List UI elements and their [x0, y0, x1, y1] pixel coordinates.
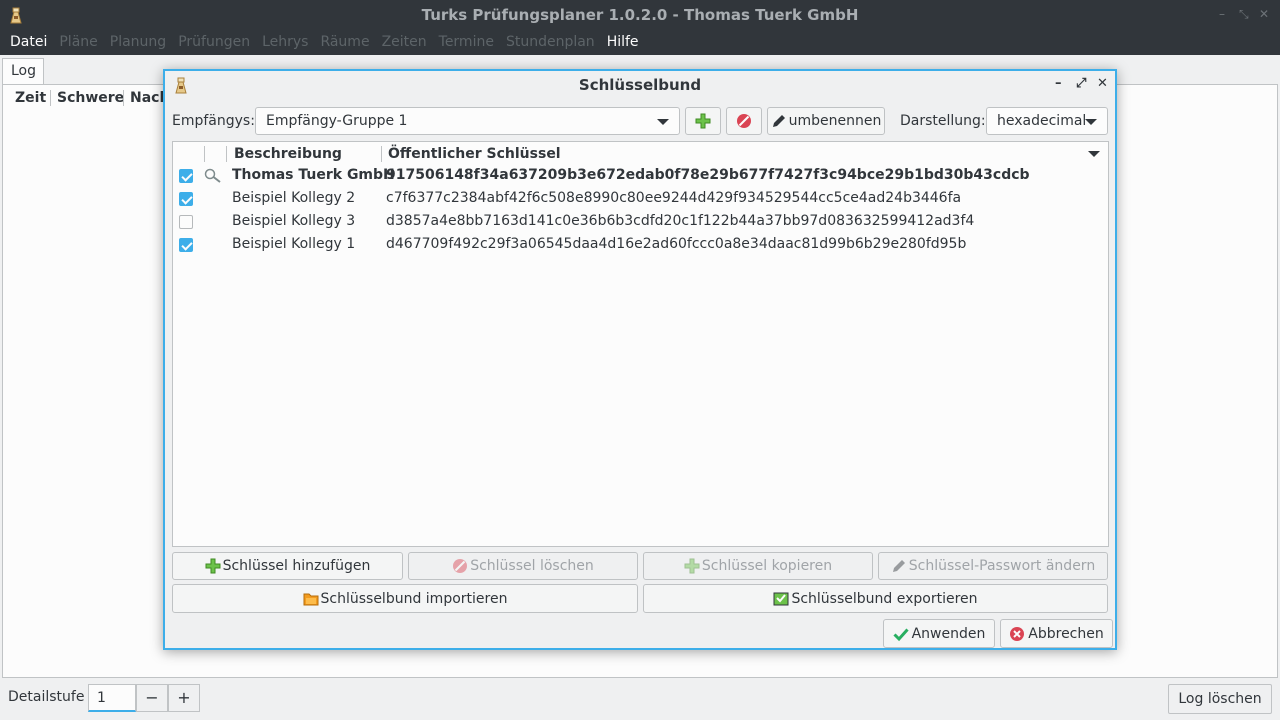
- row-public-key: d3857a4e8bb7163d141c0e36b6b3cdfd20c1f122…: [386, 213, 975, 229]
- export-icon: [773, 592, 789, 605]
- delete-key-label: Schlüssel löschen: [470, 558, 594, 574]
- plus-icon: [695, 113, 711, 129]
- checkmark-icon: [893, 627, 909, 641]
- change-password-label: Schlüssel-Passwort ändern: [908, 558, 1096, 574]
- log-column-zeit[interactable]: Zeit: [15, 90, 46, 106]
- row-checkbox[interactable]: [179, 238, 193, 252]
- keyring-dialog: Schlüsselbund – ⤢ ✕ Empfängys: Empfängy-…: [163, 69, 1117, 650]
- menu-planung[interactable]: Planung: [104, 30, 172, 55]
- column-separator: [381, 146, 382, 162]
- add-key-label: Schlüssel hinzufügen: [222, 558, 371, 574]
- window-titlebar: Turks Prüfungsplaner 1.0.2.0 - Thomas Tu…: [0, 0, 1280, 30]
- cancel-icon: [1010, 626, 1025, 641]
- recipients-label: Empfängys:: [172, 113, 255, 129]
- menu-hilfe[interactable]: Hilfe: [601, 30, 645, 55]
- menu-termine[interactable]: Termine: [433, 30, 500, 55]
- row-public-key: c7f6377c2384abf42f6c508e8990c80ee9244d42…: [386, 190, 962, 206]
- row-description: Beispiel Kollegy 3: [232, 213, 356, 229]
- plus-icon: [684, 558, 700, 574]
- menu-raeume[interactable]: Räume: [314, 30, 375, 55]
- pencil-icon: [772, 115, 785, 127]
- recipients-combo[interactable]: Empfängy-Gruppe 1: [255, 107, 680, 135]
- column-separator: [204, 146, 205, 162]
- window-title: Turks Prüfungsplaner 1.0.2.0 - Thomas Tu…: [421, 6, 859, 24]
- import-keyring-label: Schlüsselbund importieren: [320, 590, 508, 607]
- delete-group-button[interactable]: [726, 107, 762, 135]
- rename-group-button[interactable]: umbenennen: [767, 107, 885, 135]
- display-format-value: hexadecimal: [997, 113, 1087, 129]
- menu-zeiten[interactable]: Zeiten: [376, 30, 433, 55]
- row-checkbox[interactable]: [179, 192, 193, 206]
- row-checkbox[interactable]: [179, 215, 193, 229]
- column-header-description[interactable]: Beschreibung: [234, 146, 342, 162]
- row-description: Beispiel Kollegy 1: [232, 236, 356, 252]
- dialog-titlebar: Schlüsselbund – ⤢ ✕: [165, 71, 1115, 99]
- table-row[interactable]: Beispiel Kollegy 2 c7f6377c2384abf42f6c5…: [173, 188, 1108, 211]
- row-public-key: 917506148f34a637209b3e672edab0f78e29b677…: [386, 167, 1030, 183]
- import-keyring-button[interactable]: Schlüsselbund importieren: [172, 584, 638, 613]
- log-column-schwere[interactable]: Schwere: [50, 90, 124, 106]
- detail-level-input[interactable]: 1: [88, 684, 136, 712]
- table-row[interactable]: Beispiel Kollegy 1 d467709f492c29f3a0654…: [173, 234, 1108, 257]
- tab-log[interactable]: Log: [2, 58, 44, 84]
- sort-chevron-down-icon[interactable]: [1088, 151, 1100, 157]
- chevron-down-icon: [657, 119, 669, 125]
- stop-icon: [737, 114, 751, 128]
- copy-key-button[interactable]: Schlüssel kopieren: [643, 552, 873, 580]
- column-separator: [226, 146, 227, 162]
- detail-level-label: Detailstufe: [8, 689, 85, 705]
- delete-key-button[interactable]: Schlüssel löschen: [408, 552, 638, 580]
- row-checkbox[interactable]: [179, 169, 193, 183]
- menu-stundenplan[interactable]: Stundenplan: [500, 30, 601, 55]
- dialog-maximize-icon[interactable]: ⤢: [1076, 76, 1086, 91]
- cancel-button[interactable]: Abbrechen: [1000, 619, 1113, 648]
- menu-plaene[interactable]: Pläne: [53, 30, 103, 55]
- pencil-icon: [892, 560, 905, 572]
- recipients-combo-value: Empfängy-Gruppe 1: [266, 113, 408, 129]
- dialog-title: Schlüsselbund: [578, 76, 702, 94]
- close-icon[interactable]: ✕: [1259, 7, 1269, 21]
- stop-icon: [453, 559, 468, 573]
- copy-key-label: Schlüssel kopieren: [701, 558, 833, 574]
- chevron-down-icon: [1085, 119, 1097, 125]
- table-row[interactable]: Thomas Tuerk GmbH 917506148f34a637209b3e…: [173, 165, 1108, 188]
- add-key-button[interactable]: Schlüssel hinzufügen: [172, 552, 403, 580]
- key-table: Beschreibung Öffentlicher Schlüssel Thom…: [172, 141, 1109, 547]
- clear-log-button[interactable]: Log löschen: [1168, 684, 1272, 714]
- log-bottom-bar: Detailstufe 1 − + Log löschen: [0, 679, 1280, 720]
- display-label: Darstellung:: [900, 113, 986, 129]
- display-format-combo[interactable]: hexadecimal: [986, 107, 1108, 135]
- row-description: Beispiel Kollegy 2: [232, 190, 356, 206]
- maximize-icon[interactable]: ⤡: [1239, 7, 1249, 22]
- rename-label: umbenennen: [788, 113, 882, 129]
- menu-bar: Datei Pläne Planung Prüfungen Lehrys Räu…: [0, 30, 1280, 55]
- add-group-button[interactable]: [685, 107, 721, 135]
- own-key-icon: [204, 168, 221, 183]
- menu-lehrys[interactable]: Lehrys: [256, 30, 314, 55]
- increment-button[interactable]: +: [168, 684, 200, 712]
- minimize-icon[interactable]: –: [1219, 7, 1225, 21]
- menu-datei[interactable]: Datei: [4, 30, 53, 55]
- row-description: Thomas Tuerk GmbH: [232, 167, 395, 183]
- export-keyring-label: Schlüsselbund exportieren: [791, 590, 978, 607]
- export-keyring-button[interactable]: Schlüsselbund exportieren: [643, 584, 1108, 613]
- row-public-key: d467709f492c29f3a06545daa4d16e2ad60fccc0…: [386, 236, 967, 252]
- change-password-button[interactable]: Schlüssel-Passwort ändern: [878, 552, 1108, 580]
- decrement-button[interactable]: −: [136, 684, 168, 712]
- plus-icon: [205, 558, 221, 574]
- dialog-close-icon[interactable]: ✕: [1097, 76, 1108, 91]
- table-row[interactable]: Beispiel Kollegy 3 d3857a4e8bb7163d141c0…: [173, 211, 1108, 234]
- dialog-minimize-icon[interactable]: –: [1055, 76, 1062, 91]
- folder-icon: [303, 593, 319, 605]
- cancel-label: Abbrechen: [1028, 625, 1104, 642]
- menu-pruefungen[interactable]: Prüfungen: [172, 30, 256, 55]
- column-header-public-key[interactable]: Öffentlicher Schlüssel: [388, 146, 561, 162]
- apply-button[interactable]: Anwenden: [883, 619, 995, 648]
- apply-label: Anwenden: [911, 625, 986, 642]
